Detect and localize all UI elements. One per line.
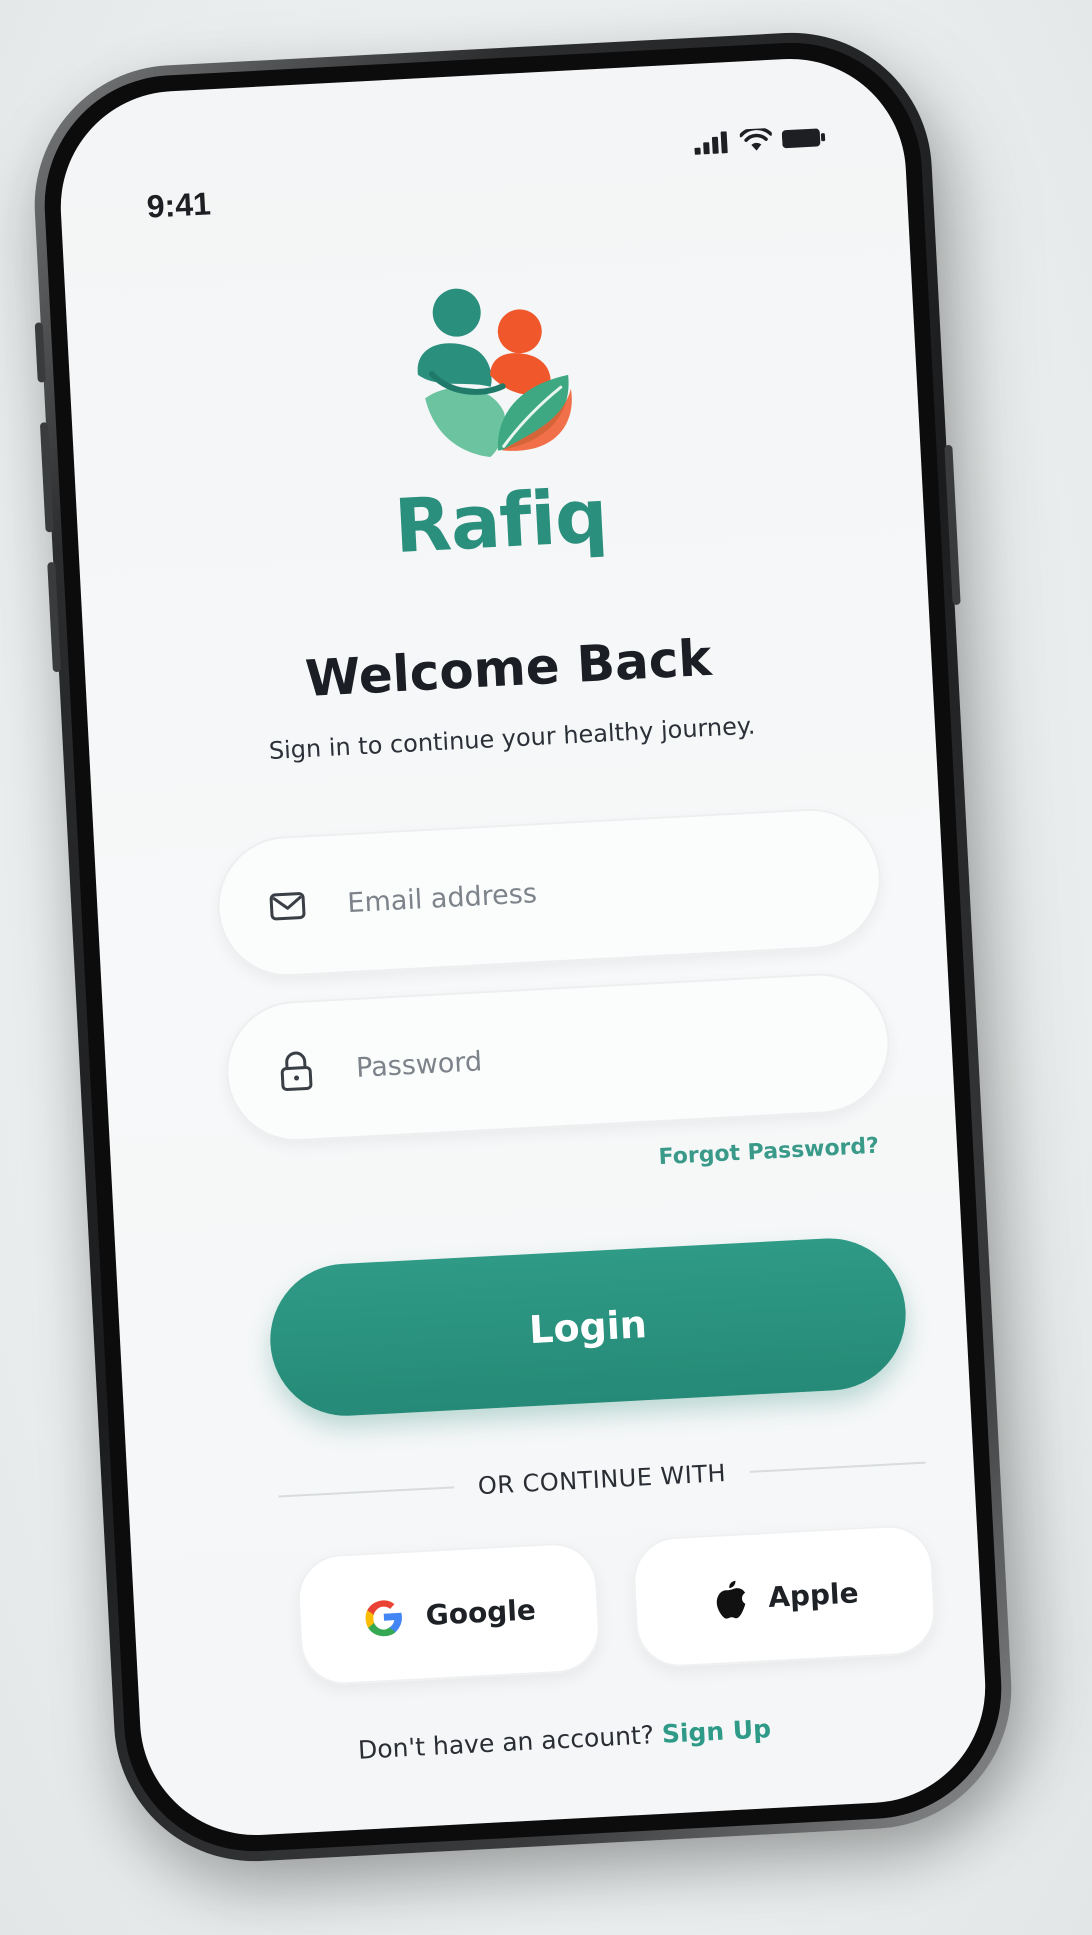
page-title: Welcome Back bbox=[303, 628, 713, 708]
envelope-icon bbox=[264, 883, 310, 929]
signal-icon bbox=[694, 131, 728, 155]
password-field[interactable] bbox=[222, 970, 894, 1145]
status-bar: 9:41 bbox=[58, 109, 906, 225]
divider-line-left bbox=[278, 1486, 455, 1498]
signup-prompt: Don't have an account? Sign Up bbox=[141, 1703, 987, 1776]
phone-screen: 9:41 Rafiq Welcome Back Sign in to conti… bbox=[54, 53, 992, 1841]
forgot-password-link[interactable]: Forgot Password? bbox=[658, 1134, 880, 1171]
email-input[interactable] bbox=[344, 864, 770, 920]
apple-label: Apple bbox=[767, 1575, 860, 1614]
brand-block: Rafiq bbox=[65, 253, 925, 587]
apple-button[interactable]: Apple bbox=[631, 1523, 938, 1669]
signup-link[interactable]: Sign Up bbox=[661, 1714, 772, 1749]
volume-down-button bbox=[47, 561, 61, 673]
silent-switch bbox=[34, 322, 46, 383]
battery-icon bbox=[781, 128, 826, 149]
wifi-icon bbox=[739, 127, 773, 151]
status-icons bbox=[694, 125, 827, 156]
social-divider: OR CONTINUE WITH bbox=[278, 1449, 927, 1511]
background: 9:41 Rafiq Welcome Back Sign in to conti… bbox=[0, 0, 1092, 1935]
phone-frame: 9:41 Rafiq Welcome Back Sign in to conti… bbox=[27, 25, 1019, 1869]
lock-icon bbox=[273, 1048, 319, 1094]
rafiq-logo bbox=[417, 288, 572, 458]
volume-up-button bbox=[39, 422, 54, 533]
signup-prompt-text: Don't have an account? bbox=[357, 1720, 655, 1765]
google-icon bbox=[365, 1600, 402, 1637]
apple-icon bbox=[716, 1580, 746, 1619]
google-label: Google bbox=[424, 1592, 537, 1632]
email-field[interactable] bbox=[213, 805, 885, 980]
status-time: 9:41 bbox=[145, 185, 212, 225]
password-input[interactable] bbox=[353, 1029, 779, 1085]
page-subtitle: Sign in to continue your healthy journey… bbox=[268, 711, 756, 766]
divider-line-right bbox=[749, 1461, 926, 1473]
divider-label: OR CONTINUE WITH bbox=[477, 1459, 727, 1501]
google-button[interactable]: Google bbox=[295, 1541, 602, 1687]
brand-name: Rafiq bbox=[392, 473, 610, 571]
login-button[interactable]: Login bbox=[266, 1234, 910, 1420]
